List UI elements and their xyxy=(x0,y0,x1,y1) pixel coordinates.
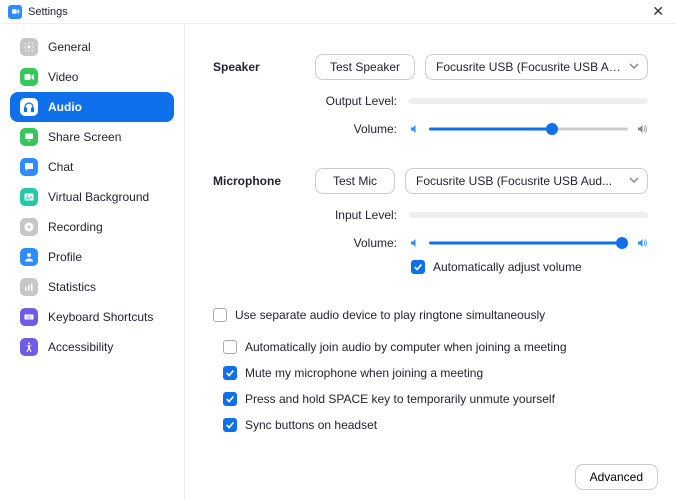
sidebar-item-statistics[interactable]: Statistics xyxy=(10,272,174,302)
share-icon xyxy=(20,128,38,146)
audio-options: Use separate audio device to play ringto… xyxy=(213,308,648,432)
sidebar-item-share-screen[interactable]: Share Screen xyxy=(10,122,174,152)
sidebar-item-label: Share Screen xyxy=(48,130,121,144)
checkbox-icon xyxy=(223,392,237,406)
mic-device-text: Focusrite USB (Focusrite USB Aud... xyxy=(416,174,623,188)
test-mic-button[interactable]: Test Mic xyxy=(315,168,395,194)
speaker-high-icon xyxy=(636,237,648,249)
mute-on-join-checkbox[interactable]: Mute my microphone when joining a meetin… xyxy=(223,366,648,380)
checkbox-icon xyxy=(223,418,237,432)
sidebar-item-label: Statistics xyxy=(48,280,96,294)
sidebar-item-audio[interactable]: Audio xyxy=(10,92,174,122)
window-title: Settings xyxy=(28,6,68,18)
advanced-button[interactable]: Advanced xyxy=(575,464,658,490)
checkbox-label: Use separate audio device to play ringto… xyxy=(235,308,545,322)
sidebar-item-label: Accessibility xyxy=(48,340,113,354)
speaker-volume-slider[interactable] xyxy=(429,122,628,136)
output-level-label: Output Level: xyxy=(315,94,397,108)
speaker-volume-label: Volume: xyxy=(315,122,397,136)
mic-device-select[interactable]: Focusrite USB (Focusrite USB Aud... xyxy=(405,168,648,194)
mic-volume-slider[interactable] xyxy=(429,236,628,250)
sidebar-item-label: Video xyxy=(48,70,78,84)
speaker-low-icon xyxy=(409,123,421,135)
sidebar-item-general[interactable]: General xyxy=(10,32,174,62)
main-panel: Speaker Test Speaker Focusrite USB (Focu… xyxy=(185,24,676,500)
input-level-meter xyxy=(409,212,648,218)
sidebar-item-label: Recording xyxy=(48,220,103,234)
auto-join-audio-checkbox[interactable]: Automatically join audio by computer whe… xyxy=(223,340,648,354)
recording-icon xyxy=(20,218,38,236)
app-icon xyxy=(8,5,22,19)
checkbox-icon xyxy=(213,308,227,322)
checkbox-label: Automatically join audio by computer whe… xyxy=(245,340,567,354)
profile-icon xyxy=(20,248,38,266)
sync-headset-checkbox[interactable]: Sync buttons on headset xyxy=(223,418,648,432)
speaker-low-icon xyxy=(409,237,421,249)
checkbox-icon xyxy=(223,340,237,354)
checkbox-label: Press and hold SPACE key to temporarily … xyxy=(245,392,555,406)
chat-icon xyxy=(20,158,38,176)
sidebar-item-label: Keyboard Shortcuts xyxy=(48,310,153,324)
separate-ringtone-checkbox[interactable]: Use separate audio device to play ringto… xyxy=(213,308,648,322)
video-icon xyxy=(20,68,38,86)
sidebar-item-profile[interactable]: Profile xyxy=(10,242,174,272)
output-level-meter xyxy=(409,98,648,104)
sidebar-item-video[interactable]: Video xyxy=(10,62,174,92)
chevron-down-icon xyxy=(629,174,639,188)
mic-volume-label: Volume: xyxy=(315,236,397,250)
space-unmute-checkbox[interactable]: Press and hold SPACE key to temporarily … xyxy=(223,392,648,406)
chevron-down-icon xyxy=(629,60,639,74)
speaker-device-select[interactable]: Focusrite USB (Focusrite USB Aud... xyxy=(425,54,648,80)
test-speaker-button[interactable]: Test Speaker xyxy=(315,54,415,80)
microphone-section: Microphone Test Mic Focusrite USB (Focus… xyxy=(213,168,648,286)
microphone-label: Microphone xyxy=(213,168,305,286)
sidebar: General Video Audio Share Screen Chat Virtual… xyxy=(0,24,185,500)
checkbox-label: Sync buttons on headset xyxy=(245,418,377,432)
close-button[interactable]: ✕ xyxy=(648,3,668,20)
auto-adjust-label: Automatically adjust volume xyxy=(433,260,582,274)
sidebar-item-label: Chat xyxy=(48,160,73,174)
checkbox-icon xyxy=(223,366,237,380)
sidebar-item-label: Virtual Background xyxy=(48,190,149,204)
speaker-section: Speaker Test Speaker Focusrite USB (Focu… xyxy=(213,54,648,146)
virtualbg-icon xyxy=(20,188,38,206)
sidebar-item-virtual-background[interactable]: Virtual Background xyxy=(10,182,174,212)
statistics-icon xyxy=(20,278,38,296)
sidebar-item-label: Profile xyxy=(48,250,82,264)
keyboard-icon xyxy=(20,308,38,326)
checkbox-label: Mute my microphone when joining a meetin… xyxy=(245,366,483,380)
speaker-device-text: Focusrite USB (Focusrite USB Aud... xyxy=(436,60,623,74)
checkbox-icon xyxy=(411,260,425,274)
sidebar-item-keyboard-shortcuts[interactable]: Keyboard Shortcuts xyxy=(10,302,174,332)
input-level-label: Input Level: xyxy=(315,208,397,222)
sidebar-item-chat[interactable]: Chat xyxy=(10,152,174,182)
speaker-label: Speaker xyxy=(213,54,305,146)
headphones-icon xyxy=(20,98,38,116)
sidebar-item-recording[interactable]: Recording xyxy=(10,212,174,242)
sidebar-item-label: Audio xyxy=(48,100,82,114)
gear-icon xyxy=(20,38,38,56)
accessibility-icon xyxy=(20,338,38,356)
sidebar-item-accessibility[interactable]: Accessibility xyxy=(10,332,174,362)
title-bar: Settings ✕ xyxy=(0,0,676,24)
auto-adjust-volume-checkbox[interactable]: Automatically adjust volume xyxy=(411,260,648,274)
sidebar-item-label: General xyxy=(48,40,91,54)
speaker-high-icon xyxy=(636,123,648,135)
